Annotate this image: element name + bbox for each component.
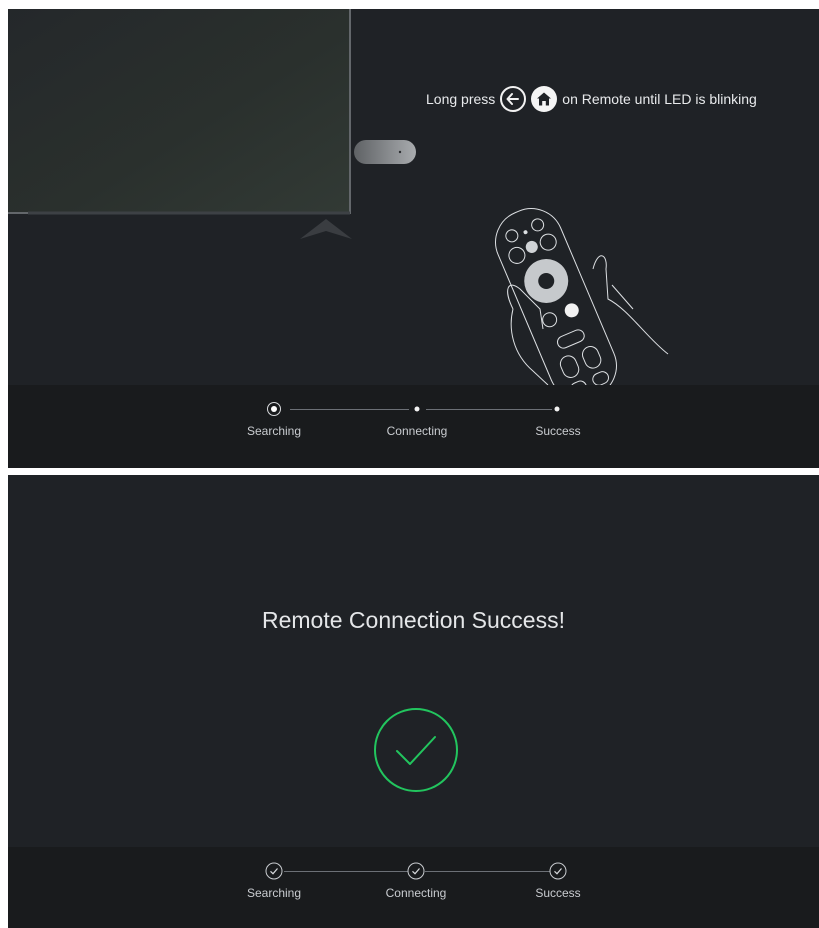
- step-label-success: Success: [535, 424, 581, 438]
- success-title: Remote Connection Success!: [262, 607, 565, 633]
- pairing-progress: Searching Connecting Success: [8, 385, 819, 468]
- step-connecting-indicator: [414, 406, 420, 412]
- progress-connector: [426, 409, 552, 410]
- step-label-searching: Searching: [246, 424, 302, 438]
- tv-illustration: [8, 9, 352, 239]
- step-success-done-icon: [549, 862, 567, 880]
- pairing-progress: Searching Connecting Success: [8, 847, 819, 928]
- check-circle-icon: [374, 708, 458, 792]
- progress-connector: [284, 871, 408, 872]
- progress-connector: [425, 871, 550, 872]
- pairing-success-screen: Remote Connection Success! Searching Con…: [8, 475, 819, 928]
- back-arrow-icon: [500, 86, 527, 112]
- remote-and-hand-illustration: [495, 208, 669, 385]
- step-success-indicator: [554, 406, 560, 412]
- instruction-suffix: on Remote until LED is blinking: [562, 91, 757, 107]
- step-connecting-done-icon: [407, 862, 425, 880]
- step-label-searching: Searching: [246, 886, 302, 900]
- pairing-instruction: Long press on Remote until LED is blinki…: [426, 86, 757, 112]
- dongle-illustration: [354, 140, 416, 164]
- step-searching-done-icon: [265, 862, 283, 880]
- instruction-prefix: Long press: [426, 91, 496, 107]
- progress-connector: [290, 409, 409, 410]
- pairing-searching-screen: Long press on Remote until LED is blinki…: [8, 9, 819, 468]
- home-icon: [531, 86, 558, 112]
- step-label-connecting: Connecting: [385, 886, 447, 900]
- pairing-illustration: [8, 9, 669, 385]
- step-searching-active-indicator: [267, 402, 281, 416]
- step-label-connecting: Connecting: [386, 424, 448, 438]
- step-label-success: Success: [535, 886, 581, 900]
